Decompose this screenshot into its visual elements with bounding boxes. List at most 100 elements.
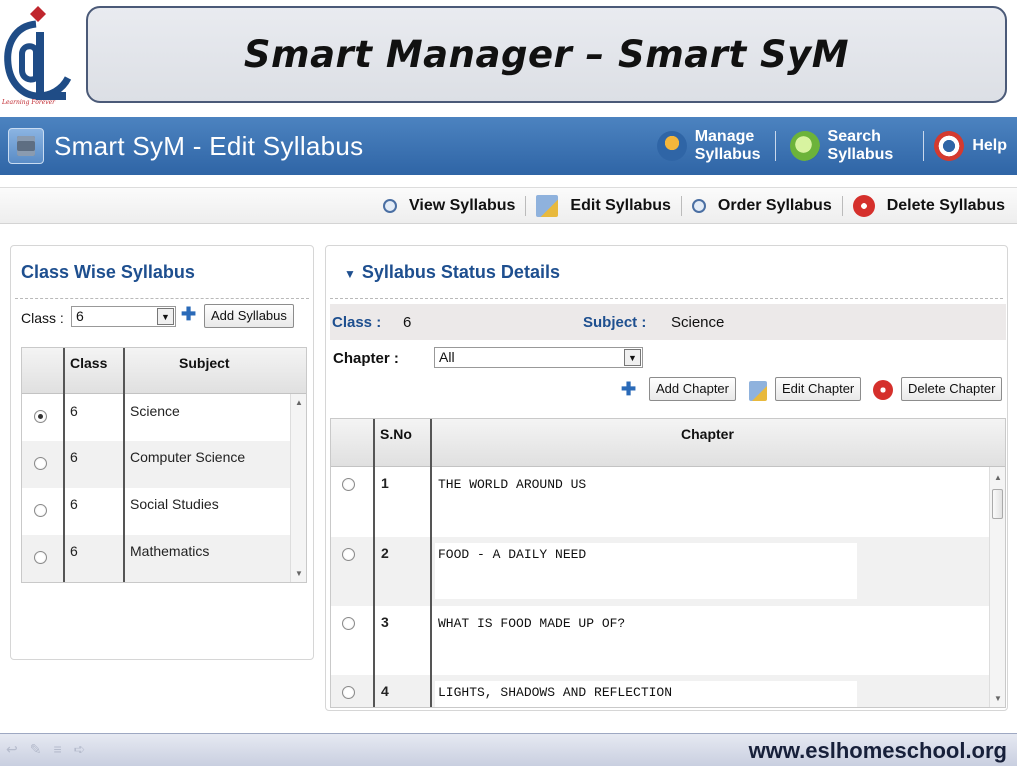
row-class: 6 — [70, 449, 78, 465]
manage-syllabus-link[interactable]: Manage Syllabus — [643, 128, 775, 164]
row-chapter: LIGHTS, SHADOWS AND REFLECTION — [438, 685, 673, 700]
row-radio[interactable] — [34, 457, 47, 470]
edit-syllabus-button[interactable]: Edit Syllabus — [530, 194, 676, 217]
subject-value: Science — [671, 314, 725, 331]
scroll-down-icon[interactable]: ▼ — [295, 569, 303, 578]
edit-chapter-button[interactable]: Edit Chapter — [775, 377, 862, 401]
edit-icon[interactable] — [749, 381, 767, 401]
scroll-up-icon[interactable]: ▲ — [295, 398, 303, 407]
row-chapter: FOOD - A DAILY NEED — [438, 547, 587, 562]
column-divider — [63, 348, 65, 582]
logo — [4, 6, 72, 100]
column-divider — [373, 419, 375, 707]
order-syllabus-label: Order Syllabus — [717, 196, 832, 214]
slide-title-box: Smart Manager – Smart SyM — [86, 6, 1007, 103]
row-radio[interactable] — [342, 686, 355, 699]
panel-title-text: Syllabus Status Details — [361, 262, 560, 282]
chapter-select-value: All — [439, 349, 455, 365]
add-syllabus-button[interactable]: Add Syllabus — [204, 304, 294, 328]
app-header: Smart SyM - Edit Syllabus Manage Syllabus… — [0, 117, 1017, 175]
class-wise-syllabus-panel: Class Wise Syllabus Class : 6 ▼ ✚ Add Sy… — [10, 245, 314, 660]
order-syllabus-button[interactable]: Order Syllabus — [686, 197, 838, 215]
class-select-value: 6 — [76, 308, 84, 324]
app-title: Smart SyM - Edit Syllabus — [54, 130, 364, 161]
row-subject: Computer Science — [130, 449, 246, 465]
column-header-subject: Subject — [179, 355, 230, 371]
delete-chapter-button[interactable]: Delete Chapter — [901, 377, 1003, 401]
scroll-thumb[interactable] — [992, 489, 1003, 519]
row-radio[interactable] — [342, 548, 355, 561]
scrollbar[interactable]: ▲ ▼ — [989, 467, 1005, 707]
logo-tagline: Learning Forever — [2, 99, 56, 106]
collapse-triangle-icon[interactable]: ▼ — [344, 267, 356, 281]
row-subject: Mathematics — [130, 543, 210, 559]
status-summary-bar: Class : 6 Subject : Science — [330, 304, 1006, 340]
nav-label: Help — [972, 137, 1007, 154]
search-syllabus-icon — [789, 131, 820, 161]
class-value: 6 — [403, 314, 412, 331]
row-radio[interactable] — [342, 478, 355, 491]
row-radio[interactable] — [34, 551, 47, 564]
manage-syllabus-icon — [656, 131, 687, 161]
row-sno: 2 — [381, 545, 389, 561]
row-class: 6 — [70, 496, 78, 512]
row-subject: Social Studies — [130, 496, 219, 512]
edit-syllabus-label: Edit Syllabus — [570, 196, 671, 214]
magnifier-icon — [383, 198, 397, 213]
class-select[interactable]: 6 ▼ — [71, 306, 176, 327]
nav-label: Search — [827, 128, 881, 145]
nav-label: Syllabus — [827, 146, 894, 163]
plus-icon[interactable]: ✚ — [621, 379, 636, 400]
class-label: Class : — [21, 310, 64, 326]
row-radio[interactable] — [34, 410, 47, 423]
panel-title: Class Wise Syllabus — [21, 262, 195, 282]
app-icon — [8, 128, 44, 164]
row-sno: 4 — [381, 683, 389, 699]
chapter-select[interactable]: All ▼ — [434, 347, 643, 368]
scroll-down-icon[interactable]: ▼ — [994, 694, 1002, 703]
row-sno: 3 — [381, 614, 389, 630]
add-chapter-button[interactable]: Add Chapter — [649, 377, 736, 401]
chapter-table: S.No Chapter 1 THE WORLD AROUND US 2 FOO… — [330, 418, 1006, 708]
toolbar-divider — [525, 195, 527, 216]
row-radio[interactable] — [342, 617, 355, 630]
column-divider — [430, 419, 432, 707]
delete-syllabus-label: Delete Syllabus — [886, 196, 1005, 214]
nav-label: Manage — [694, 128, 755, 145]
syllabus-toolbar: View Syllabus Edit Syllabus Order Syllab… — [0, 187, 1017, 224]
column-divider — [123, 348, 125, 582]
divider — [330, 298, 1003, 299]
view-syllabus-label: View Syllabus — [409, 196, 516, 214]
view-syllabus-button[interactable]: View Syllabus — [377, 197, 521, 215]
row-class: 6 — [70, 403, 78, 419]
toolbar-divider — [841, 195, 843, 216]
help-link[interactable]: Help — [924, 131, 1017, 161]
delete-icon — [852, 194, 875, 217]
panel-title: ▼ Syllabus Status Details — [344, 262, 560, 283]
website-link[interactable]: www.eslhomeschool.org — [749, 738, 1007, 764]
search-syllabus-link[interactable]: Search Syllabus — [776, 128, 924, 164]
row-chapter: WHAT IS FOOD MADE UP OF? — [438, 616, 626, 631]
chapter-label: Chapter : — [333, 350, 399, 367]
slide-nav-icons[interactable]: ↩✎≡➪ — [6, 741, 97, 758]
slide-footer: ↩✎≡➪ www.eslhomeschool.org — [0, 733, 1017, 766]
row-radio[interactable] — [34, 504, 47, 517]
slide-title: Smart Manager – Smart SyM — [243, 33, 850, 76]
row-sno: 1 — [381, 475, 389, 491]
nav-label: Syllabus — [694, 146, 761, 163]
scrollbar[interactable]: ▲ ▼ — [290, 394, 306, 582]
table-header: S.No Chapter — [331, 419, 1005, 467]
app-nav: Manage Syllabus Search Syllabus Help — [643, 117, 1017, 175]
subject-key: Subject : — [583, 314, 647, 331]
chevron-down-icon[interactable]: ▼ — [624, 349, 641, 366]
plus-icon[interactable]: ✚ — [181, 304, 196, 325]
row-chapter: THE WORLD AROUND US — [438, 477, 587, 492]
scroll-up-icon[interactable]: ▲ — [994, 473, 1002, 482]
column-header-class: Class — [70, 355, 108, 371]
delete-syllabus-button[interactable]: Delete Syllabus — [847, 194, 1011, 217]
row-subject: Science — [130, 403, 180, 419]
class-key: Class : — [332, 314, 382, 331]
chevron-down-icon[interactable]: ▼ — [157, 308, 174, 325]
delete-icon[interactable] — [873, 380, 893, 400]
column-header-sno: S.No — [380, 426, 412, 442]
